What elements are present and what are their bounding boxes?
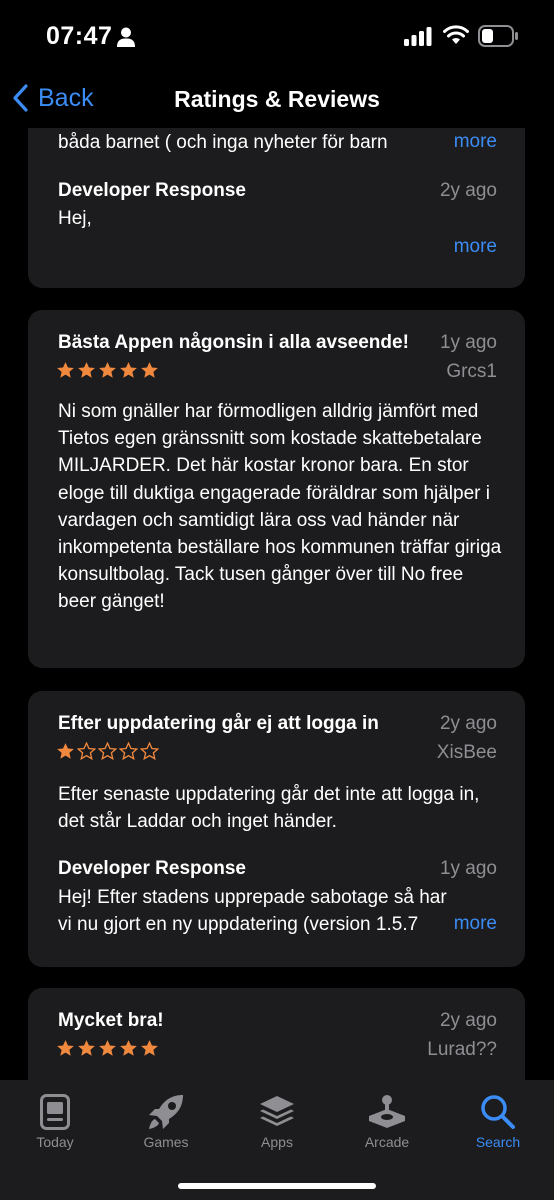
tab-label: Arcade — [364, 1134, 410, 1150]
battery-icon — [478, 25, 518, 47]
review-text: båda barnet ( och inga nyheter för barn — [58, 132, 388, 153]
review-author: Lurad?? — [427, 1039, 497, 1060]
star-empty-icon — [119, 742, 138, 761]
tab-bar: Today Games Apps Arcade Search — [0, 1080, 554, 1200]
joystick-icon — [369, 1095, 405, 1128]
star-filled-icon — [99, 1040, 116, 1056]
review-date: 2y ago — [439, 713, 497, 734]
review-title: Efter uppdatering går ej att logga in — [58, 713, 379, 734]
star-filled-icon — [78, 362, 95, 378]
tab-apps[interactable]: Apps — [232, 1090, 322, 1150]
review-title: Bästa Appen någonsin i alla avseende! — [58, 332, 409, 353]
star-filled-icon — [120, 1040, 137, 1056]
star-filled-icon — [57, 1040, 74, 1056]
review-author: XisBee — [436, 742, 497, 763]
star-filled-icon — [57, 362, 74, 378]
tab-label: Today — [36, 1134, 74, 1150]
star-empty-icon — [140, 742, 159, 761]
star-filled-icon — [141, 1040, 158, 1056]
developer-response-title: Developer Response — [58, 180, 246, 201]
more-link[interactable]: more — [454, 236, 497, 258]
star-rating — [56, 742, 159, 761]
review-card[interactable]: Efter uppdatering går ej att logga in 2y… — [28, 691, 525, 967]
star-empty-icon — [98, 742, 117, 761]
more-link[interactable]: more — [454, 913, 497, 935]
page-title: Ratings & Reviews — [174, 86, 380, 112]
tab-arcade[interactable]: Arcade — [342, 1090, 432, 1150]
response-date: 2y ago — [439, 180, 497, 201]
home-indicator — [178, 1183, 376, 1189]
review-card[interactable]: Mycket bra! 2y ago Lurad?? — [28, 988, 525, 1080]
reviews-list[interactable]: båda barnet ( och inga nyheter för barn … — [0, 128, 554, 1080]
developer-response-text: Hej! Efter stadens upprepade sabotage så… — [58, 887, 447, 908]
developer-response-title: Developer Response — [58, 858, 246, 879]
review-text: Efter senaste uppdatering går det inte a… — [58, 784, 480, 833]
review-author: Grcs1 — [446, 361, 497, 382]
status-time: 07:47 — [46, 22, 113, 50]
response-date: 1y ago — [439, 858, 497, 879]
tab-search[interactable]: Search — [453, 1090, 543, 1150]
today-icon — [40, 1094, 70, 1130]
star-filled-icon — [99, 362, 116, 378]
review-text: Ni som gnäller har förmodligen alldrig j… — [58, 401, 502, 613]
star-rating — [56, 1039, 159, 1058]
tab-label: Search — [475, 1134, 521, 1150]
rocket-icon — [149, 1095, 183, 1129]
review-date: 2y ago — [439, 1010, 497, 1031]
review-title: Mycket bra! — [58, 1010, 164, 1031]
star-empty-icon — [77, 742, 96, 761]
star-filled-icon — [120, 362, 137, 378]
signal-icon — [404, 27, 432, 46]
star-filled-icon — [57, 743, 74, 759]
search-icon — [481, 1095, 515, 1129]
more-link[interactable]: more — [454, 131, 497, 153]
tab-label: Games — [143, 1134, 189, 1150]
review-card[interactable]: Bästa Appen någonsin i alla avseende! 1y… — [28, 310, 525, 668]
developer-response-text: Hej, — [58, 208, 92, 229]
developer-response-text: vi nu gjort en ny uppdatering (version 1… — [58, 914, 419, 935]
review-card: båda barnet ( och inga nyheter för barn … — [28, 128, 525, 288]
wifi-icon — [443, 25, 469, 44]
review-date: 1y ago — [439, 332, 497, 353]
tab-games[interactable]: Games — [121, 1090, 211, 1150]
person-icon — [117, 27, 135, 47]
star-filled-icon — [141, 362, 158, 378]
status-bar: 07:47 — [0, 0, 554, 70]
star-filled-icon — [78, 1040, 95, 1056]
tab-today[interactable]: Today — [10, 1090, 100, 1150]
star-rating — [56, 361, 159, 380]
tab-label: Apps — [261, 1134, 293, 1150]
navigation-bar: Back Ratings & Reviews — [0, 70, 554, 128]
stack-icon — [260, 1096, 294, 1126]
